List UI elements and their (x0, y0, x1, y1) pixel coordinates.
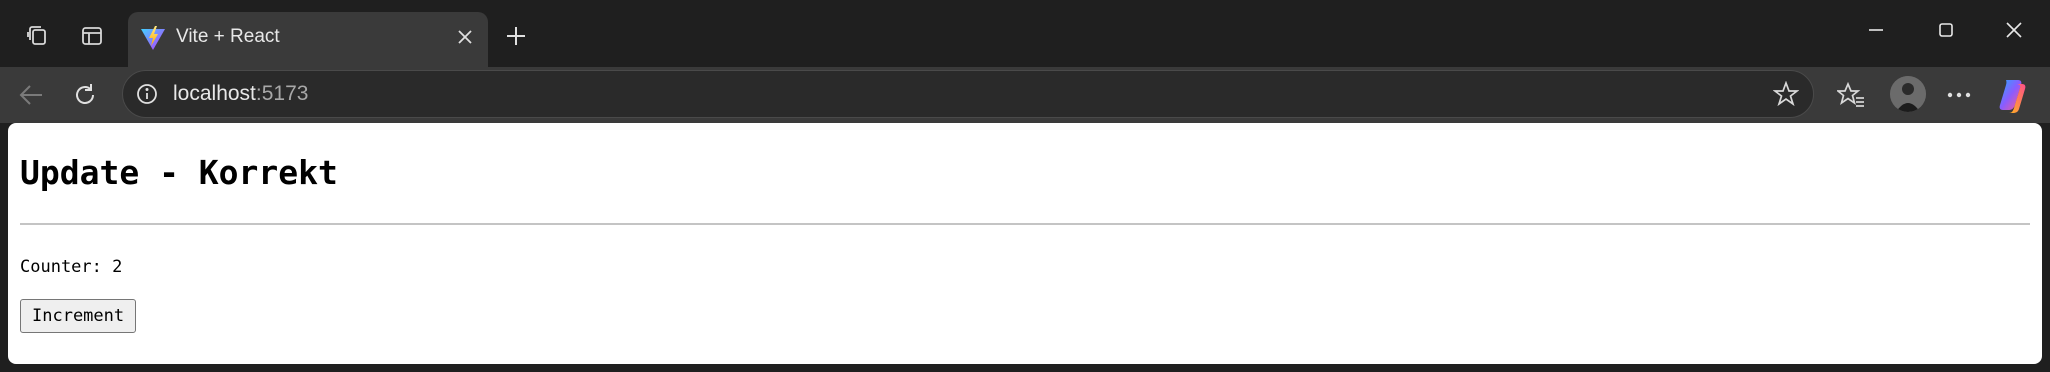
close-window-icon[interactable] (1986, 10, 2042, 50)
minimize-icon[interactable] (1848, 10, 1904, 50)
address-bar[interactable]: localhost:5173 (122, 70, 1814, 118)
close-tab-icon[interactable] (452, 24, 478, 50)
divider (20, 223, 2030, 225)
workspaces-icon[interactable] (20, 18, 56, 54)
site-info-icon[interactable] (135, 82, 159, 106)
vite-logo-icon (138, 23, 168, 53)
tab-strip: Vite + React (0, 0, 2050, 67)
url-port: :5173 (255, 82, 309, 105)
tab-actions-icon[interactable] (74, 18, 110, 54)
favorite-star-icon[interactable] (1771, 80, 1801, 108)
window-bottom-edge (0, 364, 2050, 372)
refresh-icon[interactable] (66, 76, 104, 114)
browser-toolbar: localhost:5173 (0, 67, 2050, 123)
page-viewport: Update - Korrekt Counter: 2 Increment (8, 123, 2042, 364)
profile-avatar[interactable] (1890, 76, 1926, 112)
page-title: Update - Korrekt (20, 153, 338, 192)
back-arrow-icon[interactable] (12, 76, 50, 114)
more-options-icon[interactable] (1940, 76, 1978, 114)
tab-title: Vite + React (176, 26, 280, 47)
increment-button[interactable]: Increment (20, 299, 137, 333)
url-text[interactable]: localhost:5173 (173, 71, 308, 117)
counter-text: Counter: 2 (20, 257, 123, 277)
new-tab-icon[interactable] (498, 18, 534, 54)
copilot-icon[interactable] (1996, 76, 2034, 114)
favorites-icon[interactable] (1832, 76, 1870, 114)
tab-active[interactable]: Vite + React (128, 12, 488, 67)
maximize-icon[interactable] (1918, 10, 1974, 50)
url-host: localhost (173, 82, 256, 105)
